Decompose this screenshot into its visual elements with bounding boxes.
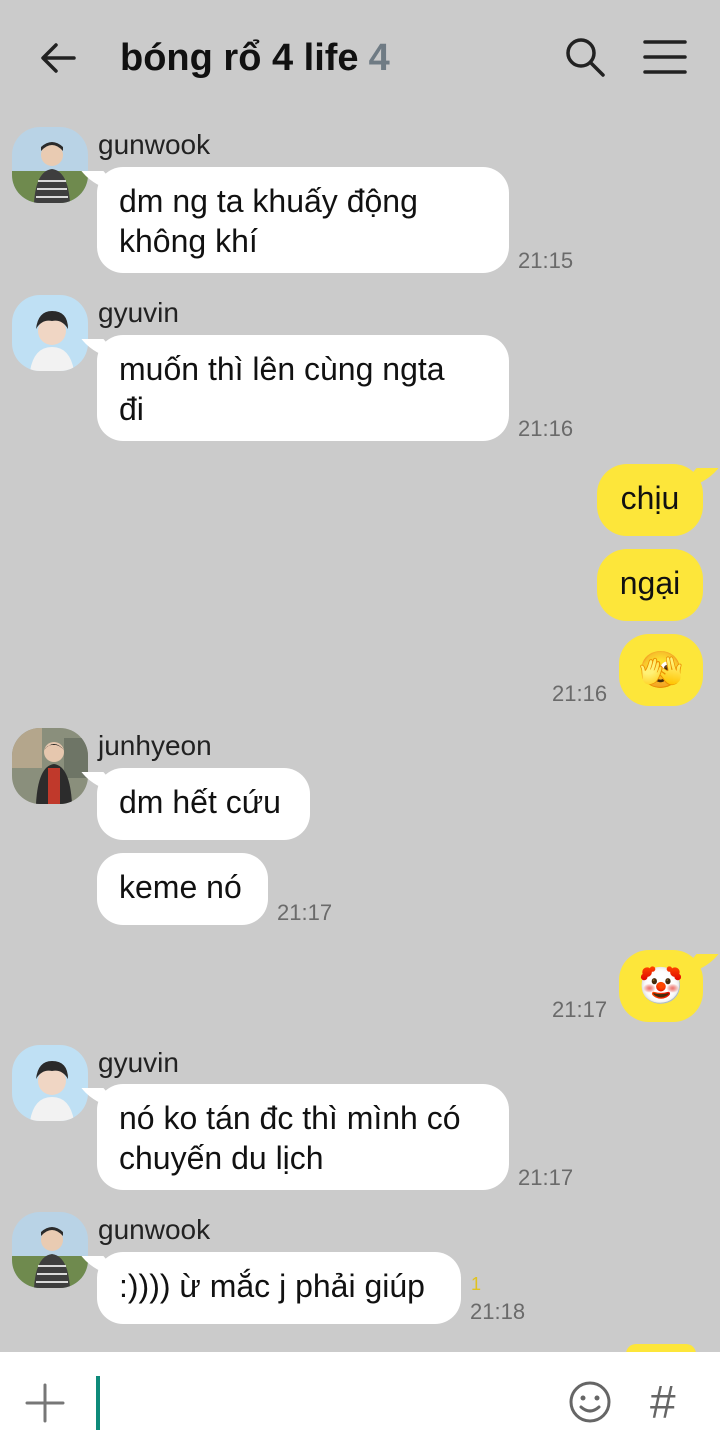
menu-icon[interactable] bbox=[640, 34, 690, 80]
sender-name: junhyeon bbox=[98, 730, 212, 761]
search-icon[interactable] bbox=[560, 32, 610, 82]
hashtag-icon[interactable]: # bbox=[650, 1376, 676, 1428]
sender-name: gunwook bbox=[98, 129, 211, 160]
avatar-gyuvin[interactable] bbox=[12, 295, 88, 371]
chat-title: bóng rổ 4 life 4 bbox=[120, 32, 390, 84]
message-text: chịu bbox=[620, 480, 680, 516]
message-bubble[interactable]: keme nó bbox=[97, 853, 268, 925]
message-bubble[interactable]: :)))) ừ mắc j phải giúp bbox=[97, 1252, 461, 1324]
avatar-gyuvin[interactable] bbox=[12, 1045, 88, 1121]
peeking-face-emoji-icon: 🫣 bbox=[638, 649, 684, 690]
clown-face-emoji-icon: 🤡 bbox=[638, 965, 684, 1006]
outgoing-message-bubble[interactable]: ngại bbox=[597, 549, 703, 621]
timestamp: 21:17 bbox=[518, 1165, 574, 1190]
outgoing-emoji-bubble[interactable]: 🤡 bbox=[619, 950, 703, 1022]
message-text: dm ng ta khuấy động bbox=[119, 183, 418, 219]
avatar-junhyeon[interactable] bbox=[12, 728, 88, 804]
avatar-photo bbox=[12, 1045, 88, 1121]
chat-title-text: bóng rổ 4 life bbox=[120, 37, 359, 79]
avatar-photo bbox=[12, 1212, 88, 1288]
message-text: ngại bbox=[619, 565, 681, 601]
outgoing-message-bubble[interactable]: chịu bbox=[597, 464, 703, 536]
unread-count: 1 bbox=[471, 1274, 482, 1294]
chat-header: bóng rổ 4 life 4 bbox=[0, 0, 720, 118]
avatar-photo bbox=[12, 127, 88, 203]
member-count: 4 bbox=[368, 37, 390, 79]
message-bubble[interactable]: dm ng ta khuấy động không khí bbox=[97, 167, 509, 273]
emoji-icon[interactable] bbox=[568, 1380, 612, 1424]
avatar-gunwook[interactable] bbox=[12, 127, 88, 203]
timestamp: 21:18 bbox=[470, 1299, 526, 1324]
outgoing-emoji-bubble[interactable]: 🫣 bbox=[619, 634, 703, 706]
timestamp: 21:16 bbox=[518, 416, 574, 441]
message-text: muốn thì lên cùng ngta bbox=[119, 351, 445, 387]
message-input-bar: # bbox=[0, 1352, 720, 1456]
avatar-photo bbox=[12, 295, 88, 371]
message-bubble[interactable]: muốn thì lên cùng ngta đi bbox=[97, 335, 509, 441]
timestamp: 21:16 bbox=[552, 681, 608, 706]
message-input-field[interactable] bbox=[96, 1376, 100, 1430]
sender-name: gyuvin bbox=[98, 1047, 179, 1078]
message-text: keme nó bbox=[119, 869, 242, 905]
back-arrow-icon[interactable] bbox=[34, 34, 82, 82]
message-bubble[interactable]: nó ko tán đc thì mình có chuyến du lịch bbox=[97, 1084, 509, 1190]
avatar-gunwook[interactable] bbox=[12, 1212, 88, 1288]
message-bubble[interactable]: dm hết cứu bbox=[97, 768, 310, 840]
message-text: chuyến du lịch bbox=[119, 1140, 324, 1176]
sender-name: gyuvin bbox=[98, 297, 179, 328]
message-text: nó ko tán đc thì mình có bbox=[119, 1100, 461, 1136]
timestamp: 21:17 bbox=[552, 997, 608, 1022]
sender-name: gunwook bbox=[98, 1214, 211, 1245]
message-text: không khí bbox=[119, 223, 258, 259]
plus-icon[interactable] bbox=[24, 1382, 66, 1424]
message-text: :)))) ừ mắc j phải giúp bbox=[119, 1268, 425, 1304]
timestamp: 21:15 bbox=[518, 248, 574, 273]
message-text: đi bbox=[119, 391, 144, 427]
avatar-photo bbox=[12, 728, 88, 804]
message-text: dm hết cứu bbox=[119, 784, 281, 820]
timestamp: 21:17 bbox=[277, 900, 333, 925]
